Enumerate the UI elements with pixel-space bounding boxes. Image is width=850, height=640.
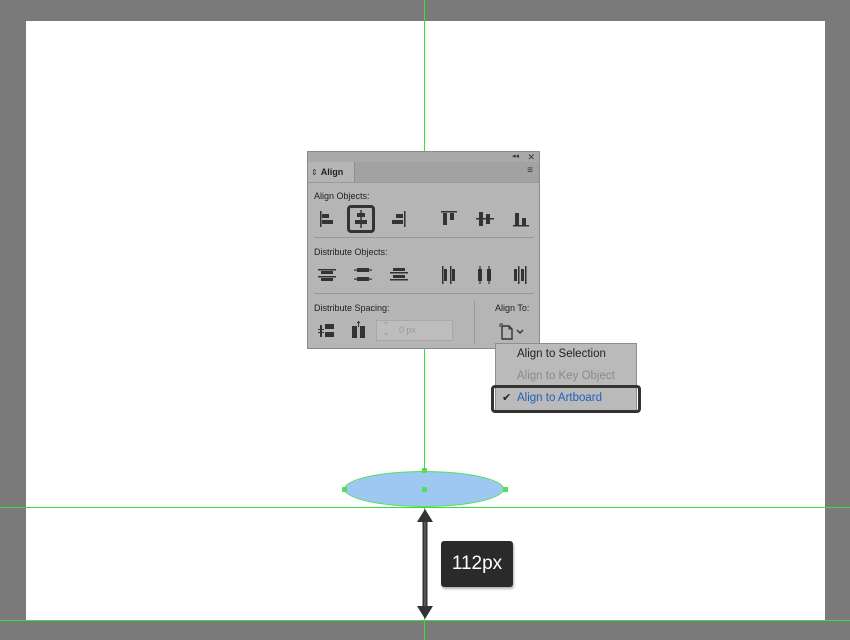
menu-item-align-to-selection[interactable]: Align to Selection [517, 348, 606, 360]
spacing-value: 0 px [399, 325, 417, 335]
anchor-point-top[interactable] [422, 468, 427, 473]
panel-title-bar[interactable]: ◂◂ ✕ [308, 152, 539, 162]
highlight-frame [491, 385, 641, 413]
align-to-label: Align To: [495, 303, 530, 313]
vertical-divider [474, 300, 475, 344]
center-point[interactable] [422, 487, 427, 492]
spinner-arrows-icon[interactable]: ⌃ ⌄ [379, 322, 393, 338]
horizontal-align-center-button[interactable] [350, 208, 372, 230]
distribute-spacing-label: Distribute Spacing: [314, 303, 390, 313]
align-panel: ◂◂ ✕ ⇕ Align ≡ Align Objects: Distribute… [307, 151, 540, 349]
panel-tab-bar: ⇕ Align ≡ [308, 162, 539, 183]
align-objects-label: Align Objects: [314, 191, 370, 201]
vertical-distribute-center-button[interactable] [352, 264, 374, 286]
horizontal-distribute-right-button[interactable] [510, 264, 532, 286]
section-divider [314, 293, 534, 294]
vertical-distribute-top-button[interactable] [316, 264, 338, 286]
anchor-point-right[interactable] [503, 487, 508, 492]
horizontal-distribute-center-button[interactable] [474, 264, 496, 286]
vertical-distribute-bottom-button[interactable] [388, 264, 410, 286]
vertical-align-center-button[interactable] [474, 208, 496, 230]
tab-align[interactable]: ⇕ Align [308, 162, 355, 182]
measurement-label: 112px [441, 541, 513, 587]
horizontal-distribute-left-button[interactable] [438, 264, 460, 286]
panel-menu-icon[interactable]: ≡ [527, 166, 533, 176]
section-divider [314, 237, 534, 238]
double-arrow-measure-icon [417, 509, 433, 619]
spacing-value-input[interactable]: ⌃ ⌄ 0 px [376, 320, 453, 341]
vertical-align-top-button[interactable] [438, 208, 460, 230]
close-panel-icon[interactable]: ✕ [527, 152, 535, 162]
anchor-point-left[interactable] [342, 487, 347, 492]
align-to-dropdown-button[interactable] [498, 320, 530, 342]
tab-align-label: Align [320, 167, 344, 177]
horizontal-distribute-space-button[interactable] [348, 320, 370, 342]
distribute-objects-label: Distribute Objects: [314, 247, 388, 257]
collapse-panel-icon[interactable]: ◂◂ [512, 152, 519, 162]
horizontal-align-left-button[interactable] [316, 208, 338, 230]
expand-arrows-icon[interactable]: ⇕ [311, 168, 318, 177]
vertical-distribute-space-button[interactable] [316, 320, 338, 342]
vertical-align-bottom-button[interactable] [510, 208, 532, 230]
menu-item-align-to-key-object[interactable]: Align to Key Object [517, 370, 615, 382]
horizontal-align-right-button[interactable] [388, 208, 410, 230]
